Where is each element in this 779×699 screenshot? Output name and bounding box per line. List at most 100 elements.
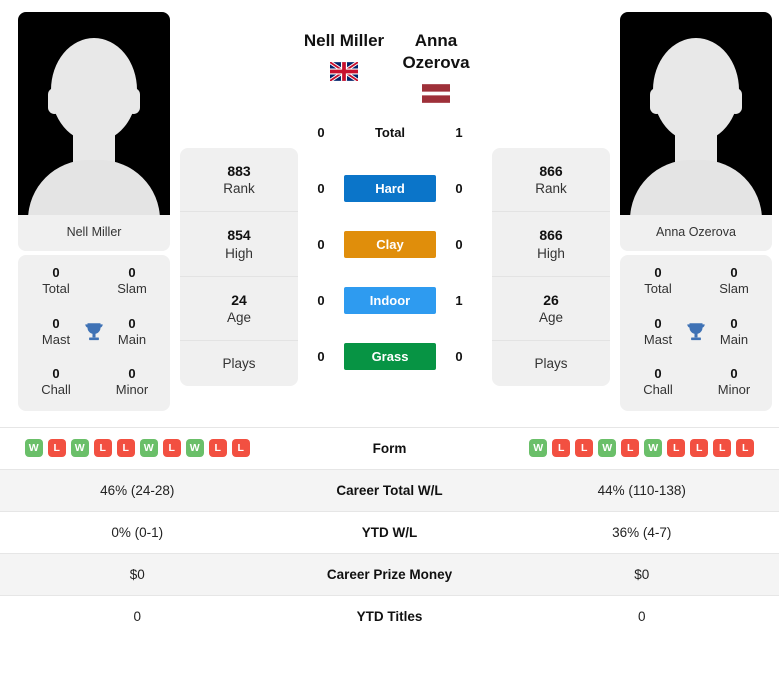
right-player-column: Anna Ozerova 0 Total 0 Slam 0 Mast 0 Mai… bbox=[620, 12, 772, 411]
right-titles-total: 0 Total bbox=[644, 265, 672, 297]
left-player-info-column: 883 Rank 854 High 24 Age Plays bbox=[180, 148, 298, 387]
left-rank-cell: 883 Rank bbox=[180, 148, 298, 213]
left-player-ytd-w-l-value: 0% (0-1) bbox=[111, 524, 164, 540]
table-row: W L W L L W L W L L Form W L L W L W L L L L bbox=[0, 426, 779, 469]
form-badge-loss[interactable]: L bbox=[208, 439, 227, 457]
left-player-name-block: Nell Miller bbox=[298, 30, 390, 103]
table-row: $0 Career Prize Money $0 bbox=[0, 552, 779, 595]
gb-flag-icon bbox=[330, 61, 358, 81]
left-player-info-card: 883 Rank 854 High 24 Age Plays bbox=[180, 148, 298, 387]
stat-label: YTD Titles bbox=[356, 608, 423, 624]
silhouette-ear-left-icon bbox=[650, 88, 663, 114]
form-badge-win[interactable]: W bbox=[185, 439, 204, 457]
h2h-surface-rows: 0 Hard 0 0 Clay 0 0 Indoor 1 0 Grass 0 bbox=[298, 161, 482, 385]
avatar bbox=[620, 12, 772, 215]
form-badge-win[interactable]: W bbox=[139, 439, 158, 457]
right-age-cell: 26 Age bbox=[492, 277, 610, 342]
form-badge-loss[interactable]: L bbox=[116, 439, 135, 457]
player-comparison-page: Nell Miller 0 Total 0 Slam 0 Mast 0 Main… bbox=[0, 0, 779, 699]
right-player-career-prize-money-value: $0 bbox=[634, 566, 650, 582]
h2h-total-left: 0 bbox=[317, 125, 325, 140]
form-badge-loss[interactable]: L bbox=[713, 439, 732, 457]
left-player-career-total-w-l-value: 46% (24-28) bbox=[100, 482, 175, 498]
h2h-hard-right: 0 bbox=[455, 181, 463, 196]
h2h-total-row: 0 Total 1 bbox=[298, 105, 482, 161]
right-player-name-line2[interactable]: Ozerova bbox=[390, 52, 482, 74]
surface-badge-grass[interactable]: Grass bbox=[344, 343, 436, 370]
form-badge-loss[interactable]: L bbox=[162, 439, 181, 457]
form-badge-loss[interactable]: L bbox=[552, 439, 571, 457]
form-badge-win[interactable]: W bbox=[644, 439, 663, 457]
form-badge-win[interactable]: W bbox=[24, 439, 43, 457]
right-player-titles-card: 0 Total 0 Slam 0 Mast 0 Main 0 Chall 0 M… bbox=[620, 255, 772, 411]
h2h-surface-row-clay: 0 Clay 0 bbox=[298, 217, 482, 273]
h2h-grass-left: 0 bbox=[317, 349, 325, 364]
right-plays-cell: Plays bbox=[534, 356, 568, 372]
head-to-head-column: Nell Miller Anna Ozerova 0 Total 1 0 Har… bbox=[298, 12, 482, 385]
form-badge-loss[interactable]: L bbox=[736, 439, 755, 457]
h2h-hard-left: 0 bbox=[317, 181, 325, 196]
left-titles-slam: 0 Slam bbox=[117, 265, 147, 297]
form-badge-win[interactable]: W bbox=[598, 439, 617, 457]
form-badge-loss[interactable]: L bbox=[621, 439, 640, 457]
left-player-caption: Nell Miller bbox=[18, 215, 170, 251]
h2h-surface-row-grass: 0 Grass 0 bbox=[298, 329, 482, 385]
right-player-info-card: 866 Rank 866 High 26 Age Plays bbox=[492, 148, 610, 387]
h2h-indoor-left: 0 bbox=[317, 293, 325, 308]
trophy-icon bbox=[85, 323, 103, 340]
comparison-header: Nell Miller 0 Total 0 Slam 0 Mast 0 Main… bbox=[0, 0, 779, 411]
surface-badge-indoor[interactable]: Indoor bbox=[344, 287, 436, 314]
form-badge-win[interactable]: W bbox=[529, 439, 548, 457]
left-high-cell: 854 High bbox=[180, 212, 298, 277]
trophy-icon bbox=[687, 323, 705, 340]
silhouette-body-icon bbox=[630, 160, 762, 215]
stat-label: YTD W/L bbox=[361, 524, 418, 540]
left-player-ytd-titles-value: 0 bbox=[133, 608, 141, 624]
form-badge-loss[interactable]: L bbox=[47, 439, 66, 457]
right-player-name-line1[interactable]: Anna bbox=[390, 30, 482, 52]
left-player-form-value: WLWLLWLWLL bbox=[0, 439, 275, 457]
left-plays-cell: Plays bbox=[222, 356, 256, 372]
surface-badge-clay[interactable]: Clay bbox=[344, 231, 436, 258]
form-badge-loss[interactable]: L bbox=[231, 439, 250, 457]
left-titles-total: 0 Total bbox=[42, 265, 70, 297]
stat-label: Career Prize Money bbox=[326, 566, 453, 582]
right-player-avatar-card[interactable]: Anna Ozerova bbox=[620, 12, 772, 251]
surface-badge-hard[interactable]: Hard bbox=[344, 175, 436, 202]
table-row: 46% (24-28) Career Total W/L 44% (110-138) bbox=[0, 468, 779, 511]
right-rank-cell: 866 Rank bbox=[492, 148, 610, 213]
stat-label: Career Total W/L bbox=[336, 482, 443, 498]
right-player-form-value: WLLWLWLLLL bbox=[505, 439, 779, 457]
h2h-clay-right: 0 bbox=[455, 237, 463, 252]
right-player-ytd-titles-value: 0 bbox=[637, 608, 646, 624]
h2h-surface-row-indoor: 0 Indoor 1 bbox=[298, 273, 482, 329]
head-to-head-scores: 0 Total 1 0 Hard 0 0 Clay 0 0 Indoor 1 0 Grass 0 bbox=[298, 105, 482, 385]
left-player-titles-card: 0 Total 0 Slam 0 Mast 0 Main 0 Chall 0 M… bbox=[18, 255, 170, 411]
comparison-stats-table: W L W L L W L W L L Form W L L W L W L L L L 46% (24-28) Caree… bbox=[0, 426, 779, 637]
form-badge-win[interactable]: W bbox=[70, 439, 89, 457]
form-badge-loss[interactable]: L bbox=[575, 439, 594, 457]
right-titles-slam: 0 Slam bbox=[719, 265, 749, 297]
silhouette-body-icon bbox=[28, 160, 160, 215]
left-player-form-badges: WLWLLWLWLL bbox=[6, 439, 269, 457]
table-row: 0 YTD Titles 0 bbox=[0, 594, 779, 637]
left-titles-minor: 0 Minor bbox=[115, 366, 149, 398]
form-badge-loss[interactable]: L bbox=[690, 439, 709, 457]
h2h-indoor-right: 1 bbox=[455, 293, 463, 308]
left-player-avatar-card[interactable]: Nell Miller bbox=[18, 12, 170, 251]
left-age-cell: 24 Age bbox=[180, 277, 298, 342]
silhouette-ear-right-icon bbox=[729, 88, 742, 114]
right-player-career-total-w-l-value: 44% (110-138) bbox=[597, 482, 686, 498]
right-titles-chall: 0 Chall bbox=[643, 366, 673, 398]
left-player-name[interactable]: Nell Miller bbox=[298, 30, 390, 52]
h2h-surface-row-hard: 0 Hard 0 bbox=[298, 161, 482, 217]
form-badge-loss[interactable]: L bbox=[667, 439, 686, 457]
right-high-cell: 866 High bbox=[492, 212, 610, 277]
silhouette-ear-left-icon bbox=[48, 88, 61, 114]
stat-label: Form bbox=[372, 440, 407, 456]
form-badge-loss[interactable]: L bbox=[93, 439, 112, 457]
avatar bbox=[18, 12, 170, 215]
right-player-ytd-w-l-value: 36% (4-7) bbox=[612, 524, 672, 540]
right-player-info-column: 866 Rank 866 High 26 Age Plays bbox=[492, 148, 610, 387]
right-player-name-block: Anna Ozerova bbox=[390, 30, 482, 103]
